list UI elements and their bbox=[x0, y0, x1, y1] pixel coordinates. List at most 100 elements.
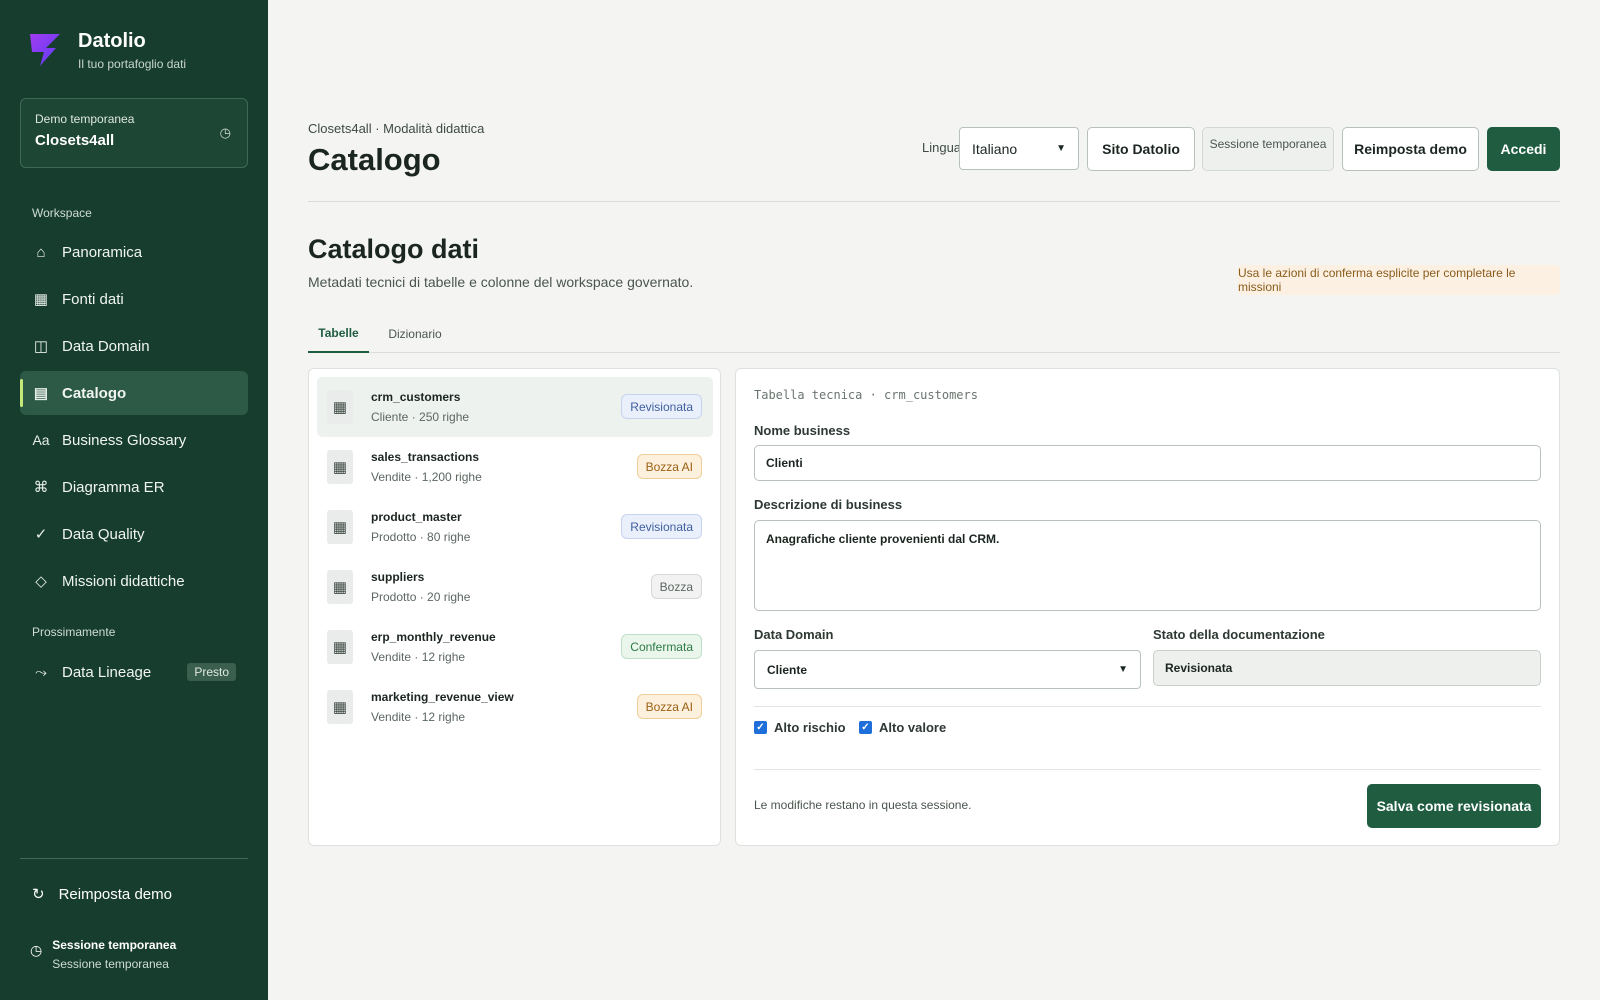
business-name-label: Nome business bbox=[754, 423, 851, 438]
divider bbox=[754, 706, 1541, 707]
table-meta: Vendite · 12 righe bbox=[371, 710, 466, 724]
table-row[interactable]: ▦ product_master Prodotto · 80 righe Rev… bbox=[317, 497, 713, 557]
brand[interactable]: Datolio Il tuo portafoglio dati bbox=[26, 28, 186, 71]
site-datolio-button[interactable]: Sito Datolio bbox=[1087, 127, 1195, 171]
command-icon: ⌘ bbox=[33, 479, 49, 496]
breadcrumb: Closets4all · Modalità didattica bbox=[308, 121, 485, 136]
high-value-checkbox[interactable]: ✓ Alto valore bbox=[859, 720, 946, 735]
table-row[interactable]: ▦ suppliers Prodotto · 20 righe Bozza bbox=[317, 557, 713, 617]
table-row[interactable]: ▦ crm_customers Cliente · 250 righe Revi… bbox=[317, 377, 713, 437]
refresh-icon: ↻ bbox=[32, 886, 45, 903]
sidebar-item-label: Data Lineage bbox=[62, 663, 152, 681]
table-list-panel: ▦ crm_customers Cliente · 250 righe Revi… bbox=[308, 368, 721, 846]
table-icon: ▦ bbox=[327, 450, 353, 484]
brand-tagline: Il tuo portafoglio dati bbox=[78, 57, 187, 71]
sidebar-session-info: ◷ Sessione temporanea Sessione temporane… bbox=[30, 938, 176, 971]
sidebar-reset-demo[interactable]: ↻ Reimposta demo bbox=[32, 885, 172, 904]
checkbox-checked-icon: ✓ bbox=[859, 721, 872, 734]
table-icon: ▦ bbox=[327, 390, 353, 424]
demo-card-label: Demo temporanea bbox=[35, 112, 135, 126]
table-icon: ▦ bbox=[327, 630, 353, 664]
columns-icon: ◫ bbox=[33, 338, 49, 355]
table-row[interactable]: ▦ erp_monthly_revenue Vendite · 12 righe… bbox=[317, 617, 713, 677]
sidebar-item-label: Catalogo bbox=[62, 384, 127, 402]
text-icon: Aa bbox=[32, 432, 50, 448]
section-subtitle: Metadati tecnici di tabelle e colonne de… bbox=[308, 274, 694, 290]
language-select[interactable]: Italiano ▼ bbox=[959, 127, 1079, 170]
lightning-logo-icon bbox=[30, 34, 60, 66]
status-badge: Bozza AI bbox=[636, 454, 702, 479]
diamond-icon: ◇ bbox=[35, 573, 47, 590]
table-meta: Vendite · 1,200 righe bbox=[371, 470, 482, 484]
table-detail-panel: Tabella tecnica · crm_customers Nome bus… bbox=[735, 368, 1560, 846]
sidebar-divider bbox=[20, 858, 248, 859]
sidebar-reset-label: Reimposta demo bbox=[58, 885, 172, 903]
sidebar-item-label: Diagramma ER bbox=[62, 478, 165, 496]
status-badge: Bozza bbox=[650, 574, 702, 599]
header-divider bbox=[308, 201, 1560, 202]
tab-tabelle[interactable]: Tabelle bbox=[308, 314, 369, 353]
workspace-section-label: Workspace bbox=[32, 206, 92, 220]
demo-workspace-card[interactable]: Demo temporanea Closets4all ◷ bbox=[20, 98, 248, 168]
save-reviewed-button[interactable]: Salva come revisionata bbox=[1367, 784, 1541, 828]
doc-status-field: Revisionata bbox=[1153, 650, 1541, 686]
table-meta: Prodotto · 20 righe bbox=[371, 590, 471, 604]
status-badge: Revisionata bbox=[621, 514, 702, 539]
sidebar-item-label: Business Glossary bbox=[62, 431, 187, 449]
table-name: crm_customers bbox=[371, 390, 461, 404]
session-footnote: Le modifiche restano in questa sessione. bbox=[754, 798, 972, 812]
tab-dizionario[interactable]: Dizionario bbox=[377, 314, 453, 353]
login-button[interactable]: Accedi bbox=[1487, 127, 1560, 171]
sidebar-item-data-quality[interactable]: ✓ Data Quality bbox=[20, 512, 248, 556]
table-icon: ▦ bbox=[327, 510, 353, 544]
list-icon: ▤ bbox=[33, 385, 49, 402]
description-textarea[interactable]: Anagrafiche cliente provenienti dal CRM. bbox=[754, 520, 1541, 611]
status-badge: Revisionata bbox=[621, 394, 702, 419]
table-icon: ▦ bbox=[327, 570, 353, 604]
sidebar-item-data-domain[interactable]: ◫ Data Domain bbox=[20, 324, 248, 368]
chevron-down-icon: ▼ bbox=[1118, 664, 1128, 675]
table-name: sales_transactions bbox=[371, 450, 480, 464]
session-chip: Sessione temporanea bbox=[1202, 127, 1334, 171]
table-row[interactable]: ▦ sales_transactions Vendite · 1,200 rig… bbox=[317, 437, 713, 497]
business-name-input[interactable]: Clienti bbox=[754, 445, 1541, 481]
sidebar-item-business-glossary[interactable]: Aa Business Glossary bbox=[20, 418, 248, 462]
sidebar-item-label: Data Domain bbox=[62, 337, 150, 355]
grid-icon: ▦ bbox=[33, 291, 49, 308]
sidebar-item-diagramma-er[interactable]: ⌘ Diagramma ER bbox=[20, 465, 248, 509]
sidebar-item-panoramica[interactable]: ⌂ Panoramica bbox=[20, 230, 248, 274]
sidebar-item-label: Fonti dati bbox=[62, 290, 124, 308]
status-badge: Bozza AI bbox=[636, 694, 702, 719]
data-domain-select[interactable]: Cliente ▼ bbox=[754, 650, 1141, 689]
checkbox-checked-icon: ✓ bbox=[754, 721, 767, 734]
table-meta: Prodotto · 80 righe bbox=[371, 530, 471, 544]
high-value-label: Alto valore bbox=[879, 720, 947, 735]
table-meta: Vendite · 12 righe bbox=[371, 650, 466, 664]
table-name: product_master bbox=[371, 510, 462, 524]
tabs: Tabelle Dizionario bbox=[308, 314, 1560, 353]
trend-icon: ⤳ bbox=[34, 663, 47, 681]
high-risk-label: Alto rischio bbox=[774, 720, 846, 735]
table-name: suppliers bbox=[371, 570, 425, 584]
language-label: Lingua bbox=[922, 140, 962, 155]
sidebar-item-data-lineage[interactable]: ⤳ Data Lineage Presto bbox=[20, 650, 248, 694]
clock-icon: ◷ bbox=[219, 125, 231, 140]
high-risk-checkbox[interactable]: ✓ Alto rischio bbox=[754, 720, 846, 735]
session-title: Sessione temporanea bbox=[52, 938, 177, 952]
language-select-value: Italiano bbox=[972, 140, 1018, 157]
table-row[interactable]: ▦ marketing_revenue_view Vendite · 12 ri… bbox=[317, 677, 713, 737]
table-name: marketing_revenue_view bbox=[371, 690, 514, 704]
sidebar-item-label: Missioni didattiche bbox=[62, 572, 185, 590]
soon-section-label: Prossimamente bbox=[32, 625, 116, 639]
divider bbox=[754, 769, 1541, 770]
sidebar-item-fonti-dati[interactable]: ▦ Fonti dati bbox=[20, 277, 248, 321]
sidebar-item-label: Data Quality bbox=[62, 525, 145, 543]
sidebar-soon-nav: ⤳ Data Lineage Presto bbox=[20, 650, 248, 697]
home-icon: ⌂ bbox=[36, 243, 46, 261]
brand-name: Datolio bbox=[78, 30, 146, 52]
table-name: erp_monthly_revenue bbox=[371, 630, 496, 644]
sidebar-item-catalogo[interactable]: ▤ Catalogo bbox=[20, 371, 248, 415]
check-icon: ✓ bbox=[34, 526, 48, 543]
reset-demo-button[interactable]: Reimposta demo bbox=[1342, 127, 1479, 171]
sidebar-item-missioni-didattiche[interactable]: ◇ Missioni didattiche bbox=[20, 559, 248, 603]
